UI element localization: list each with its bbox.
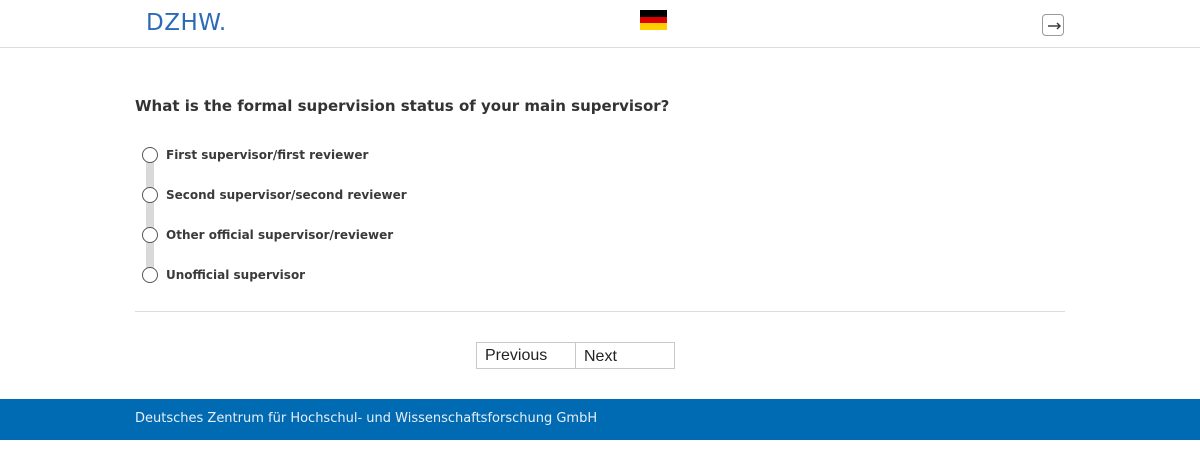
logout-button[interactable]	[1042, 14, 1064, 36]
option-other-official[interactable]: Other official supervisor/reviewer	[142, 225, 393, 245]
radio-button[interactable]	[142, 267, 158, 283]
option-first-supervisor[interactable]: First supervisor/first reviewer	[142, 145, 368, 165]
option-second-supervisor[interactable]: Second supervisor/second reviewer	[142, 185, 407, 205]
flag-stripe-black	[640, 10, 667, 17]
logout-icon	[1048, 22, 1061, 30]
option-label[interactable]: Unofficial supervisor	[166, 268, 305, 282]
option-label[interactable]: Second supervisor/second reviewer	[166, 188, 407, 202]
flag-stripe-gold	[640, 23, 667, 30]
question-text: What is the formal supervision status of…	[135, 97, 670, 115]
radio-button[interactable]	[142, 187, 158, 203]
dzhw-logo[interactable]: DZHW.	[146, 10, 227, 36]
radio-button[interactable]	[142, 147, 158, 163]
option-label[interactable]: First supervisor/first reviewer	[166, 148, 368, 162]
header: DZHW.	[0, 0, 1200, 48]
radio-button[interactable]	[142, 227, 158, 243]
option-unofficial[interactable]: Unofficial supervisor	[142, 265, 305, 285]
divider	[135, 311, 1065, 312]
flag-stripe-red	[640, 16, 667, 24]
next-button[interactable]: Next	[575, 342, 675, 369]
options-rail	[146, 160, 154, 272]
previous-button[interactable]: Previous	[476, 342, 576, 369]
option-label[interactable]: Other official supervisor/reviewer	[166, 228, 393, 242]
footer-text: Deutsches Zentrum für Hochschul- und Wis…	[135, 411, 598, 426]
footer: Deutsches Zentrum für Hochschul- und Wis…	[0, 399, 1200, 440]
german-flag-icon[interactable]	[640, 10, 667, 30]
